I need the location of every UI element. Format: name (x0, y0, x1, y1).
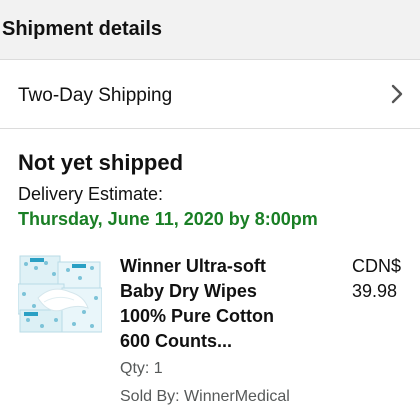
shipment-details-header: Shipment details (0, 0, 420, 60)
delivery-estimate-label: Delivery Estimate: (18, 184, 164, 204)
shipment-status: Not yet shipped (18, 150, 184, 175)
delivery-estimate-date: Thursday, June 11, 2020 by 8:00pm (18, 209, 318, 229)
price-amount: 39.98 (352, 281, 398, 301)
product-title-line: Baby Dry Wipes (120, 281, 257, 301)
product-title-link[interactable]: Winner Ultra-soft Baby Dry Wipes 100% Pu… (120, 254, 340, 354)
page-title: Shipment details (2, 18, 163, 40)
product-title-line: Winner Ultra-soft (120, 256, 266, 276)
shipping-speed-row[interactable]: Two-Day Shipping (0, 61, 420, 129)
product-title-line: 600 Counts... (120, 331, 233, 351)
product-price: CDN$ 39.98 (352, 254, 412, 304)
product-image[interactable] (18, 254, 102, 334)
price-currency: CDN$ (352, 256, 402, 276)
chevron-right-icon (391, 84, 403, 104)
product-title-line: 100% Pure Cotton (120, 306, 275, 326)
section-divider (0, 129, 420, 137)
shipping-speed-label: Two-Day Shipping (18, 85, 173, 106)
seller-text: Sold By: WinnerMedical (120, 388, 290, 405)
quantity-text: Qty: 1 (120, 360, 163, 377)
